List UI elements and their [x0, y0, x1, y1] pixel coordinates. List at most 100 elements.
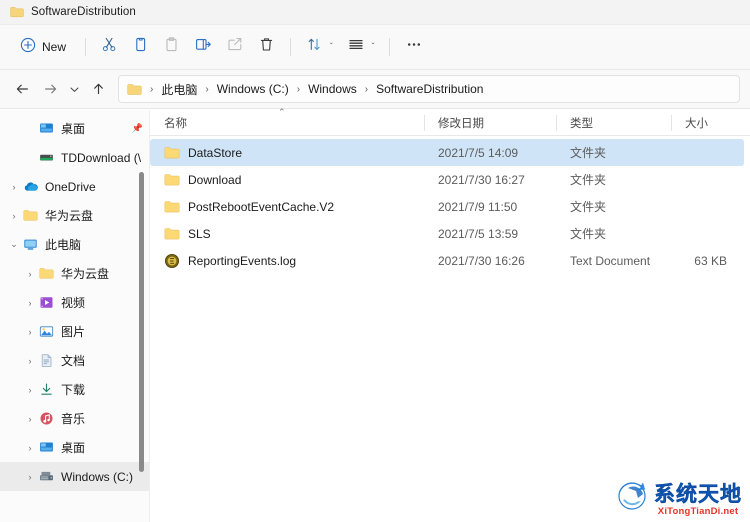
sort-button[interactable]: ˇ	[299, 32, 340, 62]
recent-locations-button[interactable]	[64, 75, 84, 103]
breadcrumb-item-3[interactable]: SoftwareDistribution	[373, 80, 486, 98]
file-name-cell: PostRebootEventCache.V2	[150, 193, 424, 220]
watermark-en: XiTongTianDi.net	[657, 505, 739, 517]
sidebar-item-0[interactable]: 桌面 📌	[0, 114, 149, 143]
chevron-right-icon[interactable]: ›	[22, 269, 38, 279]
chevron-right-icon[interactable]: ›	[22, 443, 38, 453]
column-header-name[interactable]: 名称 ⌃	[150, 107, 424, 136]
videos-icon	[38, 295, 55, 311]
sidebar-item-label: OneDrive	[45, 179, 96, 194]
cut-button[interactable]	[94, 32, 125, 62]
chevron-down-icon[interactable]: ⌄	[6, 239, 22, 250]
breadcrumb-item-1[interactable]: Windows (C:)	[214, 80, 292, 98]
file-name-cell: ReportingEvents.log	[150, 247, 424, 274]
sidebar-item-3[interactable]: › 华为云盘	[0, 201, 149, 230]
forward-button[interactable]	[36, 75, 64, 103]
file-rows: DataStore 2021/7/5 14:09 文件夹 Download 2021/7…	[150, 136, 750, 274]
sidebar-item-label: 华为云盘	[45, 209, 94, 223]
chevron-right-icon[interactable]: ›	[22, 327, 38, 337]
more-options-button[interactable]	[398, 32, 430, 62]
file-name-label: ReportingEvents.log	[188, 253, 297, 268]
sidebar-item-1[interactable]: TDDownload (\	[0, 143, 149, 172]
sidebar-item-12[interactable]: › Windows (C:)	[0, 462, 149, 491]
breadcrumb-item-0[interactable]: 此电脑	[158, 79, 200, 100]
file-type-cell: 文件夹	[570, 200, 607, 214]
site-watermark: 系统天地 XiTongTianDi.net	[616, 479, 742, 516]
rename-button[interactable]	[187, 32, 219, 62]
breadcrumb-separator: ›	[296, 83, 301, 95]
file-name-label: SLS	[188, 226, 211, 241]
table-row[interactable]: DataStore 2021/7/5 14:09 文件夹	[150, 139, 744, 166]
chevron-right-icon[interactable]: ›	[6, 211, 22, 221]
documents-icon	[38, 353, 55, 369]
paste-button[interactable]	[156, 32, 187, 62]
globe-arrow-logo-icon	[616, 479, 650, 516]
folder-icon	[127, 83, 142, 96]
file-modified-cell: 2021/7/5 13:59	[438, 226, 519, 241]
chevron-down-icon: ˇ	[371, 42, 375, 51]
chevron-right-icon[interactable]: ›	[22, 414, 38, 424]
desktop-icon	[38, 121, 55, 137]
chevron-right-icon[interactable]: ›	[22, 298, 38, 308]
sidebar-item-7[interactable]: › 图片	[0, 317, 149, 346]
up-button[interactable]	[84, 75, 112, 103]
sidebar-item-label: Windows (C:)	[61, 469, 134, 484]
chevron-right-icon[interactable]: ›	[22, 385, 38, 395]
view-button[interactable]: ˇ	[340, 32, 382, 62]
file-type-cell: Text Document	[570, 253, 651, 268]
pictures-icon	[38, 324, 55, 340]
file-name-label: DataStore	[188, 145, 243, 160]
file-modified-cell: 2021/7/30 16:26	[438, 253, 525, 268]
file-name-cell: DataStore	[150, 139, 424, 166]
watermark-text: 系统天地 XiTongTianDi.net	[654, 483, 742, 517]
sidebar-item-label: 文档	[61, 354, 86, 368]
table-row[interactable]: SLS 2021/7/5 13:59 文件夹	[150, 220, 744, 247]
new-button[interactable]: New	[12, 32, 77, 62]
explorer-body: 桌面 📌 TDDownload (\ › OneDrive › 华为云盘 ⌄ 此电脑 › 华为云盘 ›…	[0, 107, 750, 522]
folder-icon	[164, 146, 180, 160]
share-button[interactable]	[219, 32, 251, 62]
sidebar-item-11[interactable]: › 桌面	[0, 433, 149, 462]
sidebar-item-label: 音乐	[61, 412, 86, 426]
sidebar-scrollbar[interactable]	[138, 110, 147, 522]
copy-button[interactable]	[125, 32, 156, 62]
chevron-right-icon[interactable]: ›	[22, 356, 38, 366]
sidebar-item-8[interactable]: › 文档	[0, 346, 149, 375]
file-modified-cell: 2021/7/9 11:50	[438, 199, 518, 214]
sidebar-item-label: 桌面	[61, 441, 86, 455]
breadcrumb-item-2[interactable]: Windows	[305, 80, 360, 98]
arrow-right-icon	[44, 84, 56, 94]
file-modified-cell: 2021/7/5 14:09	[438, 145, 519, 160]
sidebar-item-4[interactable]: ⌄ 此电脑	[0, 230, 149, 259]
arrow-left-icon	[16, 84, 28, 94]
sidebar-item-2[interactable]: › OneDrive	[0, 172, 149, 201]
column-header-type[interactable]: 类型	[556, 110, 671, 136]
sidebar-item-5[interactable]: › 华为云盘	[0, 259, 149, 288]
table-row[interactable]: ReportingEvents.log 2021/7/30 16:26 Text D…	[150, 247, 744, 274]
chevron-down-icon: ˇ	[330, 42, 333, 51]
sort-arrows-icon	[306, 36, 323, 58]
folder-icon	[38, 266, 55, 282]
file-name-cell: Download	[150, 166, 424, 193]
sidebar-item-label: 华为云盘	[61, 267, 110, 281]
table-row[interactable]: PostRebootEventCache.V2 2021/7/9 11:50 文件夹	[150, 193, 744, 220]
back-button[interactable]	[8, 75, 36, 103]
column-header-size[interactable]: 大小	[671, 110, 741, 136]
toolbar-divider-2	[290, 38, 292, 56]
toolbar-divider-1	[85, 38, 87, 56]
sidebar-item-9[interactable]: › 下载	[0, 375, 149, 404]
sidebar-scrollbar-thumb[interactable]	[139, 172, 144, 472]
trash-icon	[258, 36, 275, 58]
network-drive-icon	[38, 150, 55, 166]
sidebar-item-10[interactable]: › 音乐	[0, 404, 149, 433]
delete-button[interactable]	[251, 32, 282, 62]
file-type-cell: 文件夹	[570, 227, 607, 241]
breadcrumb-separator: ›	[205, 83, 209, 95]
file-size-cell: 63 KB	[694, 253, 727, 268]
chevron-right-icon[interactable]: ›	[6, 182, 22, 192]
chevron-right-icon[interactable]: ›	[22, 472, 38, 482]
sidebar-item-6[interactable]: › 视频	[0, 288, 149, 317]
table-row[interactable]: Download 2021/7/30 16:27 文件夹	[150, 166, 744, 193]
column-header-modified[interactable]: 修改日期	[424, 110, 556, 136]
breadcrumb-bar[interactable]: › 此电脑 › Windows (C:) › Windows › Softwar…	[118, 75, 740, 103]
